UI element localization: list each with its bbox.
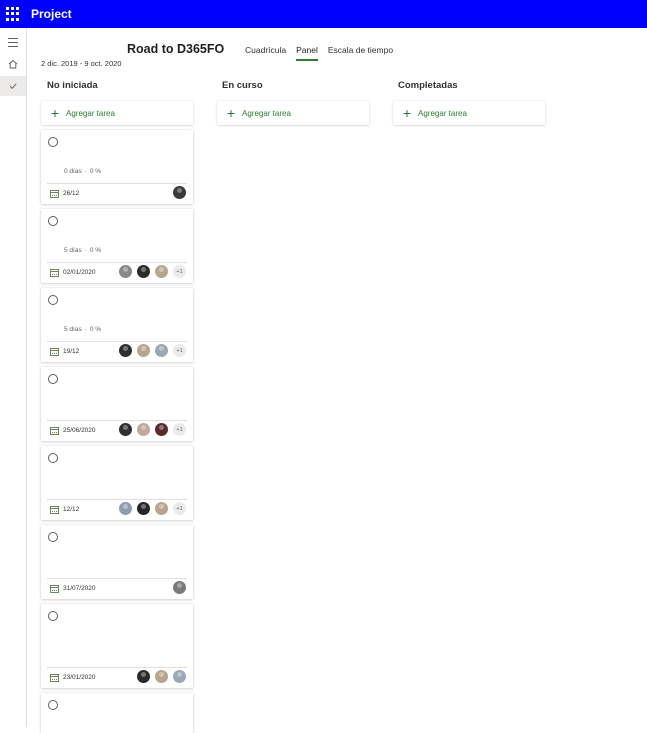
add-task-button[interactable]: + Agregar tarea [41,101,193,125]
assignees: +1 [114,265,186,278]
avatar[interactable] [137,502,150,515]
waffle-icon[interactable] [6,7,20,21]
task-percent: 0 % [89,247,102,254]
task-duration: 0 días [64,168,82,175]
avatar[interactable] [137,344,150,357]
circle-icon[interactable] [48,137,58,147]
task-card[interactable]: 23/01/2020 [41,604,193,688]
card-footer: 25/06/2020 +1 [47,420,187,440]
more-assignees-badge[interactable]: +1 [173,423,186,436]
task-percent: 0 % [89,326,102,333]
tab-grid[interactable]: Cuadrícula [245,45,286,61]
circle-icon[interactable] [48,611,58,621]
task-card[interactable]: 12/12 +1 [41,446,193,520]
column-title-not-started: No iniciada [47,80,98,91]
more-assignees-badge[interactable]: +1 [173,265,186,278]
calendar-icon [50,190,59,198]
more-assignees-badge[interactable]: +1 [173,344,186,357]
due-date: 26/12 [63,190,80,197]
add-task-label: Agregar tarea [418,108,467,118]
task-progress: 5 días · 0 % [64,326,102,333]
task-card[interactable]: 0 días · 0 % 26/12 [41,130,193,204]
avatar[interactable] [119,502,132,515]
avatar[interactable] [137,423,150,436]
avatar[interactable] [173,186,186,199]
add-task-label: Agregar tarea [242,108,291,118]
avatar[interactable] [173,670,186,683]
app-header: Project [0,0,647,28]
column-title-completed: Completadas [398,80,458,91]
task-progress: 5 días · 0 % [64,247,102,254]
plan-title: Road to D365FO [127,42,225,56]
due-date: 02/01/2020 [63,269,96,276]
left-rail [0,28,27,727]
avatar[interactable] [155,502,168,515]
task-progress: 0 días · 0 % [64,168,102,175]
circle-icon[interactable] [48,532,58,542]
avatar[interactable] [155,423,168,436]
avatar[interactable] [119,265,132,278]
card-footer: 19/12 +1 [47,341,187,361]
card-footer: 02/01/2020 +1 [47,262,187,282]
circle-icon[interactable] [48,453,58,463]
task-card[interactable]: 5 días · 0 % 19/12 +1 [41,288,193,362]
calendar-icon [50,506,59,514]
due-date: 19/12 [63,348,80,355]
calendar-icon [50,427,59,435]
task-percent: 0 % [89,168,102,175]
app-title[interactable]: Project [31,7,72,21]
task-duration: 5 días [64,247,82,254]
avatar[interactable] [155,670,168,683]
calendar-icon [50,348,59,356]
check-icon[interactable] [0,76,26,96]
assignees: +1 [114,423,186,436]
avatar[interactable] [155,265,168,278]
calendar-icon [50,674,59,682]
due-date: 23/01/2020 [63,674,96,681]
assignees [168,186,186,199]
task-card[interactable] [41,693,193,733]
calendar-icon [50,269,59,277]
avatar[interactable] [137,265,150,278]
card-footer: 31/07/2020 [47,578,187,598]
calendar-icon [50,585,59,593]
tab-timeline[interactable]: Escala de tiempo [328,45,393,61]
tab-board[interactable]: Panel [296,45,318,61]
avatar[interactable] [119,344,132,357]
add-task-button[interactable]: + Agregar tarea [217,101,369,125]
due-date: 31/07/2020 [63,585,96,592]
plus-icon: + [226,105,236,121]
assignees [168,581,186,594]
task-card[interactable]: 31/07/2020 [41,525,193,599]
circle-icon[interactable] [48,216,58,226]
circle-icon[interactable] [48,700,58,710]
card-footer: 23/01/2020 [47,667,187,687]
task-card[interactable]: 5 días · 0 % 02/01/2020 +1 [41,209,193,283]
hamburger-icon[interactable] [0,32,26,52]
home-icon[interactable] [0,54,26,74]
plus-icon: + [50,105,60,121]
avatar[interactable] [137,670,150,683]
plus-icon: + [402,105,412,121]
circle-icon[interactable] [48,295,58,305]
column-title-in-progress: En curso [222,80,263,91]
task-card[interactable]: 25/06/2020 +1 [41,367,193,441]
more-assignees-badge[interactable]: +1 [173,502,186,515]
avatar[interactable] [119,423,132,436]
avatar[interactable] [173,581,186,594]
assignees: +1 [114,344,186,357]
circle-icon[interactable] [48,374,58,384]
due-date: 12/12 [63,506,80,513]
add-task-label: Agregar tarea [66,108,115,118]
assignees [132,670,186,683]
plan-dates: 2 dic. 2019 - 9 oct. 2020 [41,59,122,68]
avatar[interactable] [155,344,168,357]
card-footer: 26/12 [47,183,187,203]
view-tabs: Cuadrícula Panel Escala de tiempo [245,45,403,61]
assignees: +1 [114,502,186,515]
card-footer: 12/12 +1 [47,499,187,519]
task-duration: 5 días [64,326,82,333]
due-date: 25/06/2020 [63,427,96,434]
add-task-button[interactable]: + Agregar tarea [393,101,545,125]
